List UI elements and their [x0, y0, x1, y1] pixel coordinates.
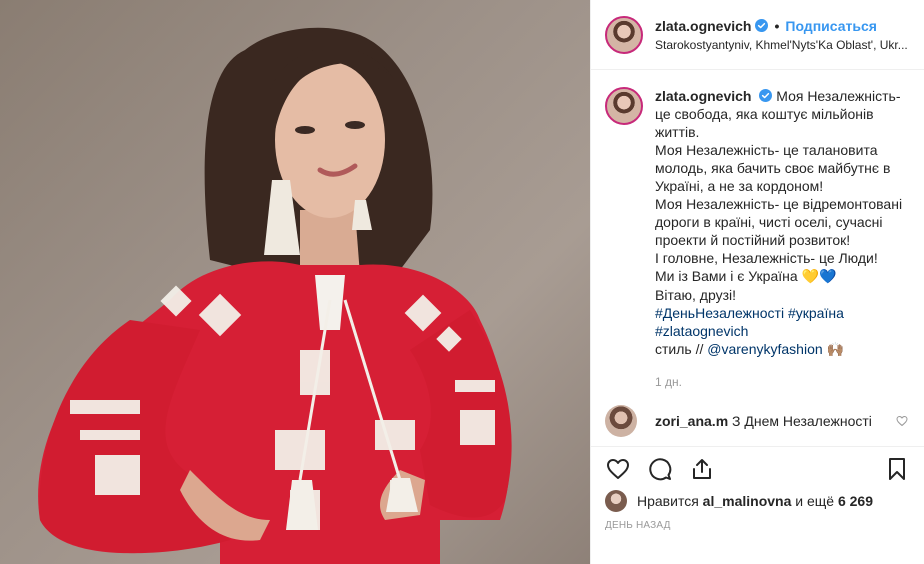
hands-emoji: 🙌🏽	[826, 342, 844, 358]
comment-body: zori_ana.m З Днем Незалежності	[655, 413, 872, 429]
save-button[interactable]	[884, 456, 910, 482]
style-prefix: стиль //	[655, 341, 704, 357]
action-bar	[591, 446, 924, 490]
likes-prefix: Нравится	[637, 493, 699, 509]
caption-body: zlata.ognevich Моя Незалежність- це своб…	[655, 87, 905, 391]
header-separator: •	[774, 17, 780, 34]
comments-area[interactable]: zlata.ognevich Моя Незалежність- це своб…	[591, 71, 924, 446]
likes-summary: Нравится al_malinovna и ещё 6 269	[605, 490, 910, 512]
caption-username[interactable]: zlata.ognevich	[655, 88, 751, 104]
post-side-panel: zlata.ognevich • Подписаться Starokostya…	[590, 0, 924, 564]
posted-time[interactable]: ДЕНЬ НАЗАД	[605, 520, 671, 531]
follow-button[interactable]: Подписаться	[785, 18, 877, 34]
author-avatar[interactable]	[605, 15, 643, 54]
instagram-post: zlata.ognevich • Подписаться Starokostya…	[0, 0, 924, 564]
location-link[interactable]: Starokostyantyniv, Khmel'Nyts'Ka Oblast'…	[655, 38, 910, 52]
bookmark-icon	[889, 457, 905, 480]
mention-link[interactable]: @varenykyfashion	[707, 341, 822, 357]
hashtag-link[interactable]: #ДеньНезалежності	[655, 305, 784, 321]
post-header: zlata.ognevich • Подписаться Starokostya…	[591, 0, 924, 70]
heart-icon	[607, 458, 629, 479]
likes-middle: и ещё	[795, 493, 835, 509]
likes-count[interactable]: 6 269	[838, 493, 873, 509]
header-text: zlata.ognevich • Подписаться Starokostya…	[655, 18, 910, 52]
caption-text-4: І головне, Незалежність- це Люди!	[655, 250, 878, 266]
hashtag-link[interactable]: #zlataognevich	[655, 323, 748, 339]
header-line: zlata.ognevich • Подписаться	[655, 18, 910, 34]
liker-username[interactable]: al_malinovna	[703, 493, 792, 509]
post-photo[interactable]	[0, 0, 590, 564]
post-caption: zlata.ognevich Моя Незалежність- це своб…	[605, 87, 910, 391]
comment-item: zori_ana.m З Днем Незалежності	[605, 405, 910, 437]
comment-text: З Днем Незалежності	[732, 413, 872, 429]
share-icon	[693, 458, 711, 479]
verified-badge-icon	[755, 19, 769, 32]
caption-text-5: Ми із Вами і є Україна	[655, 268, 798, 284]
caption-text-3: Моя Незалежність- це відремонтовані доро…	[655, 196, 903, 248]
liker-avatar[interactable]	[605, 490, 627, 512]
comment-button[interactable]	[647, 456, 673, 482]
hashtag-link[interactable]: #україна	[788, 305, 844, 321]
caption-avatar[interactable]	[605, 87, 643, 125]
verified-badge-icon	[759, 89, 773, 102]
comment-like-heart-icon[interactable]	[896, 415, 908, 427]
like-button[interactable]	[605, 456, 631, 482]
commenter-avatar[interactable]	[605, 405, 637, 437]
author-username[interactable]: zlata.ognevich	[655, 18, 751, 34]
caption-time[interactable]: 1 дн.	[655, 373, 905, 391]
woman-in-embroidered-dress-image	[38, 27, 512, 564]
hearts-emoji: 💛💙	[801, 269, 837, 285]
share-button[interactable]	[689, 456, 715, 482]
caption-text-6: Вітаю, друзі!	[655, 287, 736, 303]
comment-icon	[649, 457, 672, 480]
commenter-username[interactable]: zori_ana.m	[655, 413, 728, 429]
likes-text: Нравится al_malinovna и ещё 6 269	[637, 493, 873, 509]
caption-text-2: Моя Незалежність- це талановита молодь, …	[655, 142, 891, 194]
